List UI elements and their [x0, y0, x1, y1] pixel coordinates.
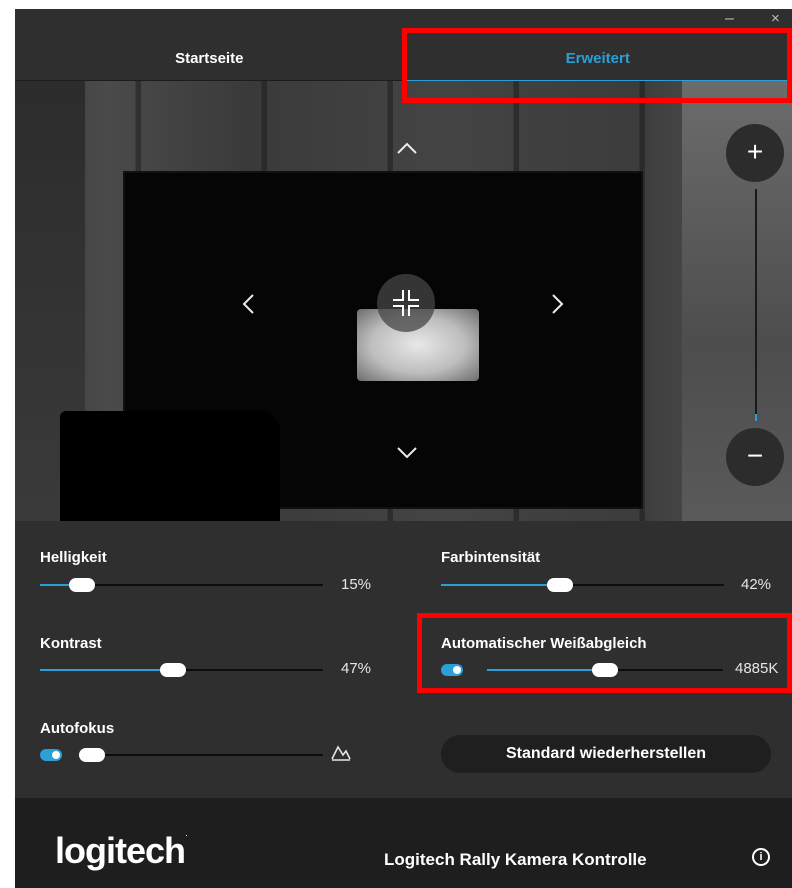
- reset-defaults-button[interactable]: Standard wiederherstellen: [441, 735, 771, 773]
- zoom-slider[interactable]: [755, 189, 757, 421]
- tab-startseite[interactable]: Startseite: [15, 29, 404, 80]
- white-balance-value: 4885K: [735, 660, 779, 677]
- camera-control-window: – × Startseite Erweitert + − Helligkeit …: [15, 9, 792, 888]
- logo-text: logitech: [55, 830, 186, 871]
- info-icon[interactable]: i: [752, 848, 770, 866]
- chevron-left-icon[interactable]: [241, 293, 255, 315]
- settings-panel: Helligkeit 15% Kontrast 47% Autofokus Fa…: [15, 521, 792, 798]
- camera-preview: + −: [15, 81, 792, 521]
- chevron-up-icon[interactable]: [396, 141, 418, 155]
- contrast-slider[interactable]: [40, 663, 323, 677]
- zoom-slider-fill: [755, 414, 757, 421]
- center-crosshair-icon[interactable]: [377, 274, 435, 332]
- footer: logitech· Logitech Rally Kamera Kontroll…: [15, 798, 792, 888]
- white-balance-slider-knob[interactable]: [592, 663, 618, 677]
- minimize-button[interactable]: –: [725, 11, 734, 27]
- chevron-right-icon[interactable]: [551, 293, 565, 315]
- saturation-slider[interactable]: [441, 578, 724, 592]
- white-balance-toggle[interactable]: [441, 664, 463, 676]
- logo-mark: ·: [185, 830, 188, 840]
- autofocus-toggle[interactable]: [40, 749, 62, 761]
- brightness-label: Helligkeit: [40, 549, 107, 566]
- saturation-label: Farbintensität: [441, 549, 541, 566]
- brightness-slider[interactable]: [40, 578, 323, 592]
- app-title: Logitech Rally Kamera Kontrolle: [384, 850, 647, 869]
- white-balance-label: Automatischer Weißabgleich: [441, 635, 647, 652]
- white-balance-slider-fill: [487, 669, 605, 671]
- close-button[interactable]: ×: [771, 11, 780, 27]
- logitech-logo: logitech·: [55, 830, 188, 872]
- contrast-slider-fill: [40, 669, 173, 671]
- contrast-slider-knob[interactable]: [160, 663, 186, 677]
- camera-image-chair: [60, 411, 280, 521]
- tab-erweitert[interactable]: Erweitert: [403, 29, 792, 82]
- contrast-value: 47%: [341, 660, 372, 677]
- focus-slider[interactable]: [79, 748, 323, 762]
- brightness-slider-knob[interactable]: [69, 578, 96, 592]
- brightness-value: 15%: [341, 576, 372, 593]
- focus-mountain-icon: [331, 743, 351, 766]
- white-balance-slider[interactable]: [487, 663, 723, 677]
- chevron-down-icon[interactable]: [396, 446, 418, 460]
- contrast-label: Kontrast: [40, 635, 102, 652]
- tab-bar: Startseite Erweitert: [15, 29, 792, 82]
- saturation-slider-fill: [441, 584, 560, 586]
- saturation-value: 42%: [741, 576, 772, 593]
- zoom-in-button[interactable]: +: [726, 124, 784, 182]
- zoom-out-button[interactable]: −: [726, 428, 784, 486]
- saturation-slider-knob[interactable]: [546, 578, 573, 592]
- autofocus-label: Autofokus: [40, 720, 115, 737]
- focus-slider-knob[interactable]: [79, 748, 105, 762]
